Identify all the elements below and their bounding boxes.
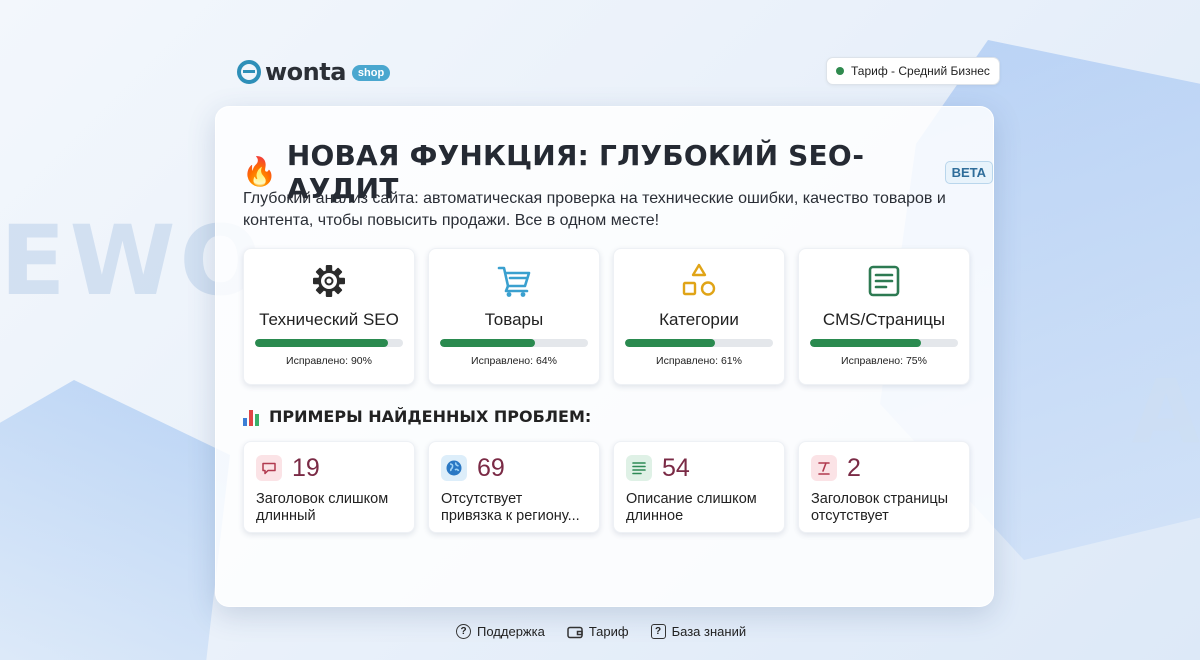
footer-link-support[interactable]: ? Поддержка [456, 624, 545, 639]
progress-bar-fill [255, 339, 389, 347]
stat-status: Исправлено: 61% [656, 355, 742, 367]
logo-text: wonta [265, 58, 346, 86]
problem-text: Заголовок слишком длинный [256, 491, 389, 524]
footer-link-knowledge-base[interactable]: ? База знаний [650, 624, 747, 639]
stat-card-technical-seo[interactable]: Технический SEO Исправлено: 90% [243, 248, 415, 385]
problem-text: Отсутствует привязка к региону... [441, 491, 580, 524]
question-square-icon: ? [650, 624, 666, 639]
footer-label: Поддержка [477, 624, 545, 639]
footer-links: ? Поддержка Тариф ? База знаний [456, 624, 746, 639]
status-dot-icon [836, 67, 844, 75]
stat-status: Исправлено: 90% [286, 355, 372, 367]
background-shape-left [0, 380, 230, 660]
problems-row: 19 Заголовок слишком длинный 69 Отсутств… [243, 441, 970, 533]
beta-badge: BETA [944, 160, 993, 184]
problem-card[interactable]: 2 Заголовок страницы отсутствует [798, 441, 970, 533]
stat-card-categories[interactable]: Категории Исправлено: 61% [613, 248, 785, 385]
background-watermark-right: A [1131, 360, 1200, 463]
stats-row: Технический SEO Исправлено: 90% Товары И… [243, 248, 970, 385]
wallet-icon [567, 626, 583, 638]
shapes-icon [682, 263, 716, 296]
speech-bubble-icon [256, 455, 282, 481]
plan-indicator[interactable]: Тариф - Средний Бизнес [826, 57, 1000, 85]
cart-icon [497, 266, 531, 297]
footer-link-plan[interactable]: Тариф [567, 624, 629, 639]
logo[interactable]: wonta shop [237, 58, 391, 86]
problem-count: 54 [662, 453, 690, 482]
stat-status: Исправлено: 64% [471, 355, 557, 367]
problem-card[interactable]: 19 Заголовок слишком длинный [243, 441, 415, 533]
progress-bar [440, 339, 588, 347]
problems-title: ПРИМЕРЫ НАЙДЕННЫХ ПРОБЛЕМ: [269, 407, 592, 426]
logo-badge: shop [351, 65, 391, 81]
document-icon [868, 265, 900, 297]
footer-label: База знаний [671, 624, 747, 639]
footer-label: Тариф [588, 624, 629, 639]
bar-chart-icon [243, 408, 263, 426]
globe-icon [441, 455, 467, 481]
stat-card-cms-pages[interactable]: CMS/Страницы Исправлено: 75% [798, 248, 970, 385]
progress-bar [810, 339, 958, 347]
progress-bar-fill [440, 339, 535, 347]
question-circle-icon: ? [456, 624, 471, 639]
card-description: Глубокий анализ сайта: автоматическая пр… [243, 190, 946, 229]
problem-card[interactable]: 54 Описание слишком длинное [613, 441, 785, 533]
gear-icon [313, 265, 345, 297]
progress-bar-fill [810, 339, 921, 347]
progress-bar-fill [625, 339, 716, 347]
stat-card-products[interactable]: Товары Исправлено: 64% [428, 248, 600, 385]
problem-count: 2 [847, 453, 861, 482]
problem-text: Описание слишком длинное [626, 491, 757, 524]
problem-count: 69 [477, 453, 505, 482]
logo-mark-icon [237, 60, 261, 84]
problem-count: 19 [292, 453, 320, 482]
stat-label: Товары [484, 310, 544, 329]
text-lines-icon [626, 455, 652, 481]
stat-label: CMS/Страницы [822, 310, 946, 329]
problem-text: Заголовок страницы отсутствует [811, 491, 949, 524]
problem-card[interactable]: 69 Отсутствует привязка к региону... [428, 441, 600, 533]
stat-status: Исправлено: 75% [841, 355, 927, 367]
feature-card: 🔥 НОВАЯ ФУНКЦИЯ: ГЛУБОКИЙ SEO-АУДИТ BETA… [215, 106, 994, 607]
fire-icon: 🔥 [242, 156, 277, 187]
progress-bar [625, 339, 773, 347]
stat-label: Категории [659, 310, 739, 329]
problems-heading: ПРИМЕРЫ НАЙДЕННЫХ ПРОБЛЕМ: [243, 407, 591, 426]
title-icon [811, 455, 837, 481]
progress-bar [255, 339, 403, 347]
plan-label: Тариф - Средний Бизнес [851, 64, 990, 78]
stat-label: Технический SEO [259, 310, 399, 329]
